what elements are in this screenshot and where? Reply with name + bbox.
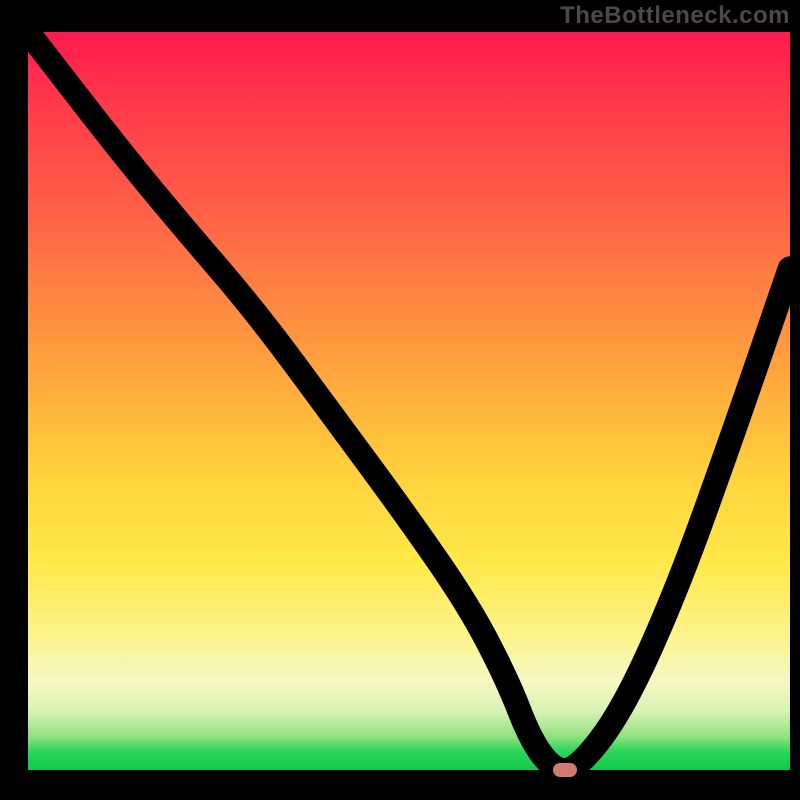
bottleneck-curve — [28, 32, 790, 770]
watermark-text: TheBottleneck.com — [560, 2, 790, 30]
optimal-marker — [553, 763, 577, 777]
chart-frame: TheBottleneck.com — [0, 0, 800, 800]
plot-area — [28, 32, 790, 770]
